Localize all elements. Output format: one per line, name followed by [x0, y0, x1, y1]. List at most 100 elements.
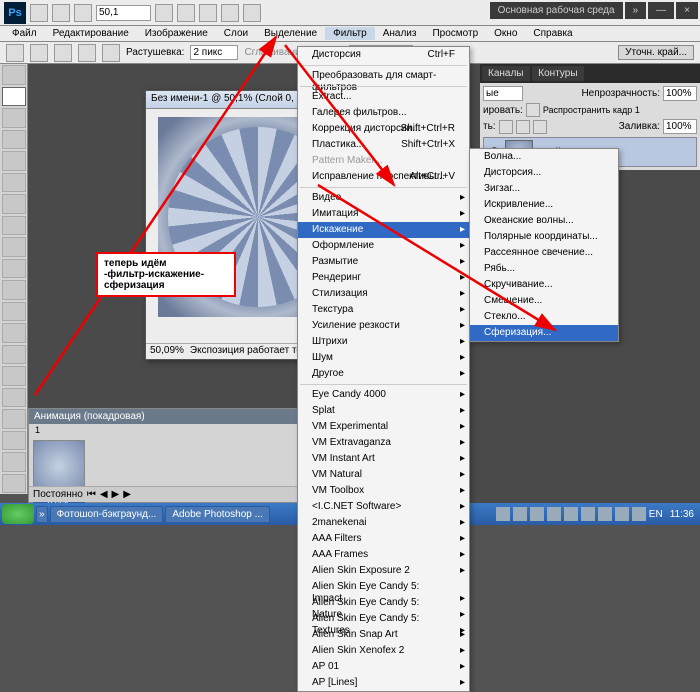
- menu-item[interactable]: Усиление резкости▸: [298, 318, 469, 334]
- zoom-icon[interactable]: [177, 4, 195, 22]
- submenu-item[interactable]: Рассеянное свечение...: [470, 245, 618, 261]
- shape-tool[interactable]: [2, 431, 26, 451]
- menu-item[interactable]: Шум▸: [298, 350, 469, 366]
- menu-item[interactable]: Alien Skin Exposure 2▸: [298, 563, 469, 579]
- sel-sub-icon[interactable]: [78, 44, 96, 62]
- submenu-item[interactable]: Океанские волны...: [470, 213, 618, 229]
- tray-icon[interactable]: [547, 507, 561, 521]
- prev-icon[interactable]: ◀: [100, 489, 108, 500]
- tool-icon[interactable]: [30, 4, 48, 22]
- menu-анализ[interactable]: Анализ: [375, 27, 425, 40]
- menu-item[interactable]: AAA Frames▸: [298, 547, 469, 563]
- tab-paths[interactable]: Контуры: [532, 66, 583, 81]
- menu-item[interactable]: Extract...: [298, 89, 469, 105]
- zoom-input[interactable]: [96, 5, 151, 21]
- tray-icon[interactable]: [598, 507, 612, 521]
- submenu-item[interactable]: Зигзаг...: [470, 181, 618, 197]
- pen-tool[interactable]: [2, 366, 26, 386]
- menu-item[interactable]: Видео▸: [298, 190, 469, 206]
- tray-icon[interactable]: [564, 507, 578, 521]
- menu-item[interactable]: Оформление▸: [298, 238, 469, 254]
- menu-item[interactable]: <I.C.NET Software>▸: [298, 499, 469, 515]
- menu-item[interactable]: Стилизация▸: [298, 286, 469, 302]
- lock-all-icon[interactable]: [533, 120, 547, 134]
- dodge-tool[interactable]: [2, 345, 26, 365]
- menu-item[interactable]: Штрихи▸: [298, 334, 469, 350]
- crop-tool[interactable]: [2, 151, 26, 171]
- tray-icon[interactable]: [615, 507, 629, 521]
- submenu-item[interactable]: Искривление...: [470, 197, 618, 213]
- menu-item[interactable]: Alien Skin Snap Art▸: [298, 627, 469, 643]
- menu-item[interactable]: VM Instant Art▸: [298, 451, 469, 467]
- clock[interactable]: 11:36: [666, 509, 698, 520]
- menu-item[interactable]: Текстура▸: [298, 302, 469, 318]
- chevron-right-icon[interactable]: »: [625, 2, 647, 19]
- type-tool[interactable]: [2, 388, 26, 408]
- menu-item[interactable]: 2manekenai▸: [298, 515, 469, 531]
- menu-файл[interactable]: Файл: [4, 27, 45, 40]
- menu-item[interactable]: Другое▸: [298, 366, 469, 382]
- screen-icon[interactable]: [243, 4, 261, 22]
- eraser-tool[interactable]: [2, 280, 26, 300]
- lock-pos-icon[interactable]: [516, 120, 530, 134]
- tab-channels[interactable]: Каналы: [482, 66, 530, 81]
- menu-item[interactable]: Рендеринг▸: [298, 270, 469, 286]
- zoom-tool[interactable]: [2, 474, 26, 494]
- menu-item[interactable]: Имитация▸: [298, 206, 469, 222]
- task-button[interactable]: Фотошоп-бэкграунд...: [50, 506, 164, 523]
- menu-item-repeat[interactable]: ДисторсияCtrl+F: [298, 47, 469, 63]
- menu-item[interactable]: VM Natural▸: [298, 467, 469, 483]
- menu-редактирование[interactable]: Редактирование: [45, 27, 137, 40]
- menu-item[interactable]: VM Toolbox▸: [298, 483, 469, 499]
- rewind-icon[interactable]: ⏮: [87, 489, 96, 500]
- marquee-icon[interactable]: [6, 44, 24, 62]
- menu-item-smart[interactable]: Преобразовать для смарт-фильтров: [298, 68, 469, 84]
- menu-item[interactable]: AP [Lines]▸: [298, 675, 469, 691]
- menu-item[interactable]: Галерея фильтров...: [298, 105, 469, 121]
- tray-icon[interactable]: [530, 507, 544, 521]
- brush-tool[interactable]: [2, 216, 26, 236]
- menu-выделение[interactable]: Выделение: [256, 27, 325, 40]
- play-icon[interactable]: ▶: [112, 489, 120, 500]
- tray-icon[interactable]: [496, 507, 510, 521]
- menu-item[interactable]: Pattern Maker...: [298, 153, 469, 169]
- submenu-item[interactable]: Сферизация...: [470, 325, 618, 341]
- heal-tool[interactable]: [2, 194, 26, 214]
- workspace-button[interactable]: Основная рабочая среда: [490, 2, 623, 19]
- refine-edge-button[interactable]: Уточн. край...: [618, 45, 694, 60]
- stamp-tool[interactable]: [2, 237, 26, 257]
- menu-item[interactable]: Alien Skin Eye Candy 5: Nature▸: [298, 595, 469, 611]
- hand-icon[interactable]: [155, 4, 173, 22]
- menu-item[interactable]: Alien Skin Xenofex 2▸: [298, 643, 469, 659]
- feather-input[interactable]: [190, 45, 238, 60]
- menu-окно[interactable]: Окно: [486, 27, 525, 40]
- wand-tool[interactable]: [2, 130, 26, 150]
- blur-tool[interactable]: [2, 323, 26, 343]
- menu-item[interactable]: Пластика...Shift+Ctrl+X: [298, 137, 469, 153]
- next-icon[interactable]: ▶: [123, 489, 131, 500]
- start-button[interactable]: [2, 504, 34, 524]
- menu-изображение[interactable]: Изображение: [137, 27, 216, 40]
- menu-item[interactable]: Размытие▸: [298, 254, 469, 270]
- eyedropper-tool[interactable]: [2, 173, 26, 193]
- arrange-icon[interactable]: [221, 4, 239, 22]
- submenu-item[interactable]: Смещение...: [470, 293, 618, 309]
- lang-indicator[interactable]: EN: [649, 509, 663, 520]
- tool-icon[interactable]: [52, 4, 70, 22]
- menu-слои[interactable]: Слои: [216, 27, 256, 40]
- tray-icon[interactable]: [581, 507, 595, 521]
- menu-item[interactable]: Искажение▸: [298, 222, 469, 238]
- quicklaunch[interactable]: »: [36, 506, 48, 523]
- submenu-item[interactable]: Дисторсия...: [470, 165, 618, 181]
- task-button[interactable]: Adobe Photoshop ...: [165, 506, 270, 523]
- menu-item[interactable]: VM Experimental▸: [298, 419, 469, 435]
- menu-item[interactable]: Alien Skin Eye Candy 5: Impact▸: [298, 579, 469, 595]
- lock-icon[interactable]: [526, 103, 540, 117]
- fill-input[interactable]: [663, 119, 697, 134]
- status-zoom[interactable]: 50,09%: [150, 345, 184, 358]
- tool-icon[interactable]: [74, 4, 92, 22]
- blend-mode-select[interactable]: [483, 86, 523, 101]
- menu-справка[interactable]: Справка: [525, 27, 580, 40]
- submenu-item[interactable]: Стекло...: [470, 309, 618, 325]
- loop-select[interactable]: Постоянно: [33, 489, 83, 500]
